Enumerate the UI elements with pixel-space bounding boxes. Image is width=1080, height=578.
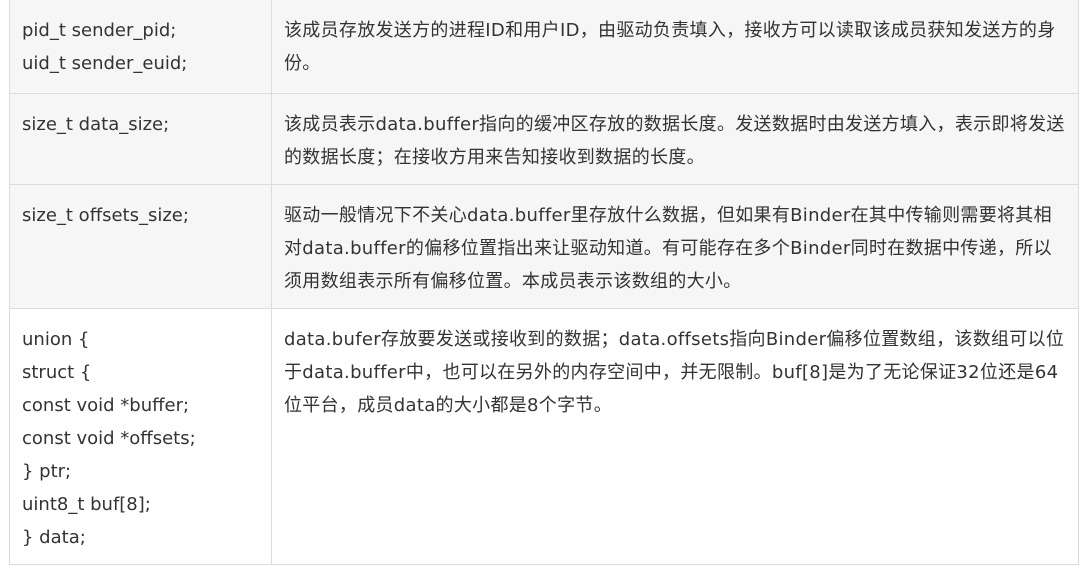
field-cell: size_t offsets_size; (9, 184, 272, 309)
table-row: size_t offsets_size; 驱动一般情况下不关心data.buff… (9, 184, 1079, 309)
field-line: } ptr; (22, 461, 72, 482)
description-text: 驱动一般情况下不关心data.buffer里存放什么数据，但如果有Binder在… (284, 205, 1052, 292)
field-line: size_t data_size; (22, 114, 170, 135)
field-line: union { (22, 329, 90, 350)
field-line: pid_t sender_pid; (22, 20, 177, 41)
field-cell: pid_t sender_pid; uid_t sender_euid; (9, 0, 272, 94)
description-cell: data.bufer存放要发送或接收到的数据；data.offsets指向Bin… (271, 308, 1079, 565)
table-row: size_t data_size; 该成员表示data.buffer指向的缓冲区… (9, 93, 1079, 185)
field-line: const void *offsets; (22, 428, 196, 449)
field-cell: size_t data_size; (9, 93, 272, 185)
table-row: pid_t sender_pid; uid_t sender_euid; 该成员… (9, 0, 1079, 94)
field-line: } data; (22, 527, 86, 548)
description-cell: 驱动一般情况下不关心data.buffer里存放什么数据，但如果有Binder在… (271, 184, 1079, 309)
description-text: data.bufer存放要发送或接收到的数据；data.offsets指向Bin… (284, 329, 1065, 416)
description-text: 该成员存放发送方的进程ID和用户ID，由驱动负责填入，接收方可以读取该成员获知发… (284, 20, 1056, 74)
field-description-table: pid_t sender_pid; uid_t sender_euid; 该成员… (9, 0, 1079, 565)
field-line: size_t offsets_size; (22, 205, 189, 226)
field-cell: union { struct { const void *buffer; con… (9, 308, 272, 565)
field-line: const void *buffer; (22, 395, 190, 416)
description-cell: 该成员存放发送方的进程ID和用户ID，由驱动负责填入，接收方可以读取该成员获知发… (271, 0, 1079, 94)
field-line: uid_t sender_euid; (22, 53, 188, 74)
table-row: union { struct { const void *buffer; con… (9, 308, 1079, 565)
description-cell: 该成员表示data.buffer指向的缓冲区存放的数据长度。发送数据时由发送方填… (271, 93, 1079, 185)
field-line: struct { (22, 362, 92, 383)
description-text: 该成员表示data.buffer指向的缓冲区存放的数据长度。发送数据时由发送方填… (284, 114, 1065, 168)
field-line: uint8_t buf[8]; (22, 494, 151, 515)
